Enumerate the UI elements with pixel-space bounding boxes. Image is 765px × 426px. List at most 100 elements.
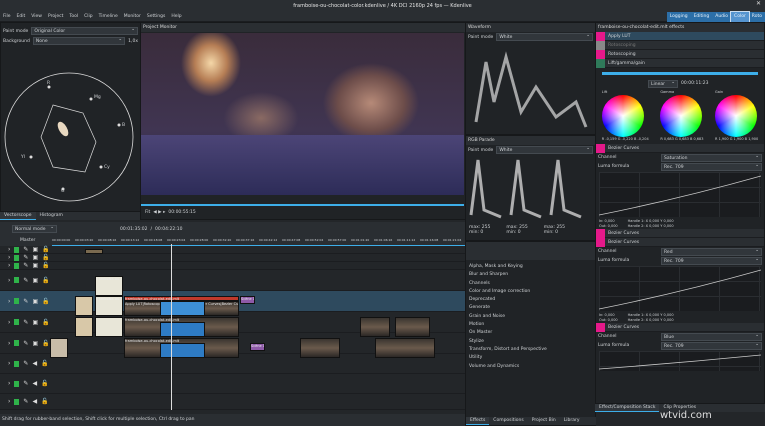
tab-stack-0[interactable]: Effect/Composition Stack — [595, 404, 659, 412]
edit-icon[interactable]: ✎ — [23, 298, 28, 305]
timeline-clip[interactable] — [160, 343, 205, 358]
timeline-clip[interactable]: framboise-ou-ch — [95, 276, 123, 296]
timeline-clip[interactable] — [160, 301, 205, 316]
waveform-paint-select[interactable]: White — [496, 33, 593, 41]
expand-icon[interactable]: › — [8, 262, 10, 269]
timeline-clip[interactable]: framboise-ou-ch — [95, 296, 123, 316]
lock-icon[interactable]: 🔓 — [42, 298, 49, 305]
effect-category[interactable]: On Master — [466, 329, 595, 337]
tab-library[interactable]: Library — [560, 417, 584, 425]
track-toggle[interactable] — [14, 361, 19, 367]
menu-settings[interactable]: Settings — [147, 14, 165, 19]
effect-bezier-collapsed[interactable]: Bezier Curves — [596, 229, 764, 238]
luma-select[interactable]: Rec. 709 — [661, 342, 762, 350]
lock-icon[interactable]: 🔓 — [42, 319, 49, 326]
menu-monitor[interactable]: Monitor — [124, 14, 141, 19]
curve-editor[interactable] — [599, 266, 761, 311]
monitor-timecode[interactable]: 00:00:55:15 — [168, 210, 195, 215]
track-toggle[interactable] — [14, 340, 19, 346]
effect-lift-gamma-gain[interactable]: Lift/gamma/gain — [596, 59, 764, 68]
effect-bezier-curves[interactable]: Bezier Curves — [596, 238, 764, 247]
track-toggle[interactable] — [14, 298, 19, 304]
timeline-clip[interactable] — [75, 317, 93, 337]
lock-icon[interactable]: 🔓 — [41, 398, 48, 405]
effect-bezier-curves[interactable]: Bezier Curves — [596, 323, 764, 332]
luma-select[interactable]: Rec. 709 — [661, 257, 762, 265]
effect-bezier-curves[interactable]: Bezier Curves — [596, 144, 764, 153]
effect-category[interactable]: Utility — [466, 354, 595, 362]
timeline-clip[interactable] — [375, 338, 435, 358]
menu-clip[interactable]: Clip — [84, 14, 93, 19]
track-toggle[interactable] — [14, 277, 19, 283]
timeline-track[interactable]: ›✎▣🔓 — [0, 254, 465, 262]
workspace-roto[interactable]: Roto — [749, 12, 765, 22]
lock-icon[interactable]: 🔓 — [42, 254, 49, 261]
menu-project[interactable]: Project — [48, 14, 63, 19]
tab-effects[interactable]: Effects — [466, 417, 489, 425]
tab-vectorscope[interactable]: Vectorscope — [0, 212, 36, 220]
timeline-ruler[interactable]: Master 00:00:00:0000:00:03:2000:00:08:16… — [0, 236, 465, 246]
effect-category[interactable]: Deprecated — [466, 296, 595, 304]
timeline-clip[interactable] — [360, 317, 390, 337]
track-toggle[interactable] — [14, 319, 19, 325]
timeline-clip[interactable]: Scène 11 — [250, 343, 265, 351]
channel-select[interactable]: Red — [661, 248, 762, 256]
lock-icon[interactable]: 🔓 — [42, 277, 49, 284]
expand-icon[interactable]: › — [8, 360, 10, 367]
effect-category[interactable]: Channels — [466, 280, 595, 288]
edit-icon[interactable]: ✎ — [23, 319, 28, 326]
channel-select[interactable]: Saturation — [661, 154, 762, 162]
effect-category[interactable]: Volume and Dynamics — [466, 363, 595, 371]
lock-icon[interactable]: 🔓 — [42, 262, 49, 269]
mute-icon[interactable]: ◀ — [32, 360, 37, 367]
edit-mode-select[interactable]: Normal mode — [12, 225, 57, 233]
edit-icon[interactable]: ✎ — [23, 360, 28, 367]
workspace-color[interactable]: Color — [731, 12, 749, 22]
lock-icon[interactable]: 🔓 — [42, 246, 49, 253]
effect-category[interactable]: Alpha, Mask and Keying — [466, 263, 595, 271]
lift-wheel[interactable] — [602, 95, 644, 137]
close-icon[interactable]: ✕ — [756, 0, 761, 7]
tab-histogram[interactable]: Histogram — [36, 212, 67, 220]
timeline-clip[interactable] — [85, 249, 103, 254]
film-icon[interactable]: ▣ — [32, 262, 38, 269]
effect-category[interactable]: Motion — [466, 321, 595, 329]
effect-category[interactable]: Generate — [466, 304, 595, 312]
effect-category[interactable]: Grain and Noise — [466, 313, 595, 321]
play-icon[interactable]: ◀ ▶ ▸ — [153, 210, 165, 215]
expand-icon[interactable]: › — [8, 380, 10, 387]
interpolation-select[interactable]: Linear — [648, 80, 678, 88]
film-icon[interactable]: ▣ — [32, 298, 38, 305]
expand-icon[interactable]: › — [8, 298, 10, 305]
track-toggle[interactable] — [14, 247, 19, 253]
workspace-logging[interactable]: Logging — [667, 12, 691, 22]
effect-category[interactable]: Blur and Sharpen — [466, 271, 595, 279]
track-toggle[interactable] — [14, 255, 19, 261]
curve-editor[interactable] — [599, 351, 761, 371]
edit-icon[interactable]: ✎ — [23, 262, 28, 269]
lock-icon[interactable]: 🔓 — [41, 360, 48, 367]
tab-project-bin[interactable]: Project Bin — [528, 417, 560, 425]
timeline-track[interactable]: ›✎▣🔓 — [0, 246, 465, 254]
edit-icon[interactable]: ✎ — [23, 398, 28, 405]
film-icon[interactable]: ▣ — [32, 319, 38, 326]
effect-category[interactable]: Stylize — [466, 338, 595, 346]
menu-file[interactable]: File — [3, 14, 11, 19]
mute-icon[interactable]: ◀ — [32, 398, 37, 405]
paint-mode-select[interactable]: Original Color — [31, 27, 138, 35]
zoom-select[interactable]: Fit — [145, 210, 150, 215]
edit-icon[interactable]: ✎ — [23, 277, 28, 284]
edit-icon[interactable]: ✎ — [23, 340, 28, 347]
effect-rotoscoping[interactable]: Rotoscoping — [596, 50, 764, 59]
workspace-audio[interactable]: Audio — [712, 12, 731, 22]
track-toggle[interactable] — [14, 381, 19, 387]
parade-paint-select[interactable]: White — [496, 146, 593, 154]
menu-help[interactable]: Help — [171, 14, 181, 19]
gain-wheel[interactable] — [715, 95, 757, 137]
mute-icon[interactable]: ◀ — [32, 380, 37, 387]
film-icon[interactable]: ▣ — [32, 277, 38, 284]
monitor-seek-bar[interactable] — [141, 204, 464, 206]
expand-icon[interactable]: › — [8, 340, 10, 347]
luma-select[interactable]: Rec. 709 — [661, 163, 762, 171]
menu-tool[interactable]: Tool — [69, 14, 78, 19]
